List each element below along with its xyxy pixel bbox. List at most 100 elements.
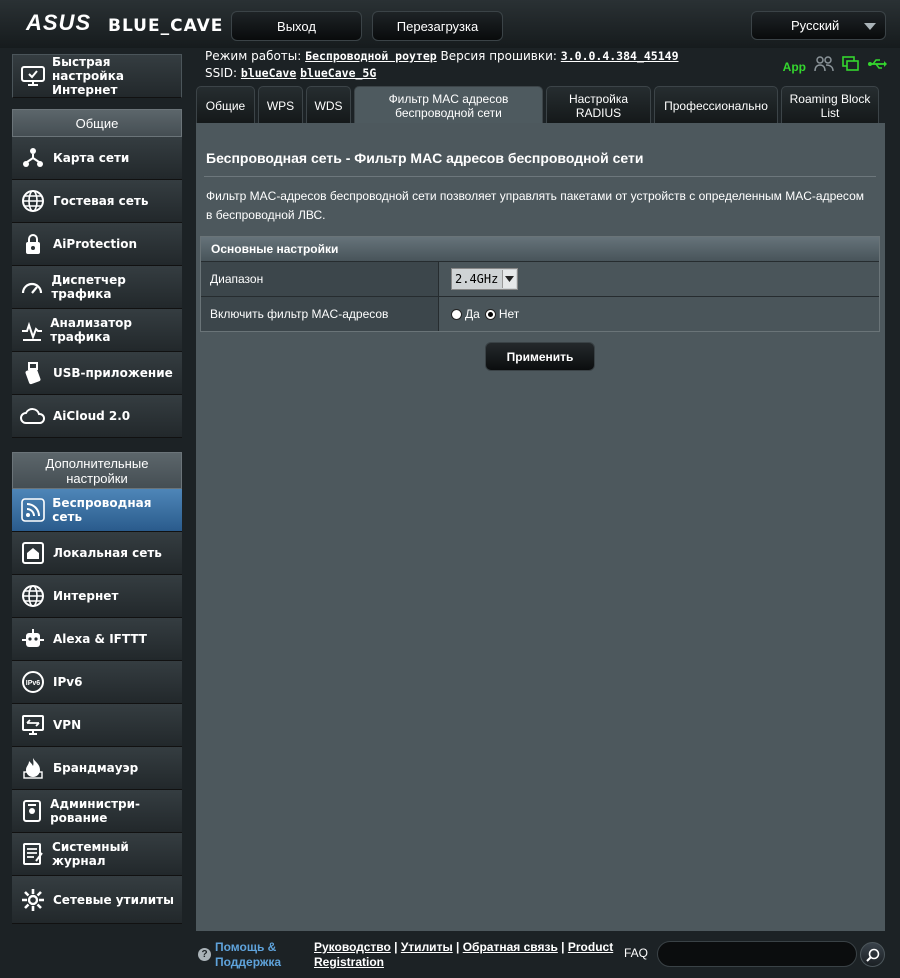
gear-icon [19, 886, 47, 914]
sidebar-item-label: Карта сети [53, 151, 130, 165]
band-value: 2.4GHz [455, 272, 499, 286]
globe-icon [19, 582, 47, 610]
reboot-button[interactable]: Перезагрузка [372, 11, 503, 41]
band-label: Диапазон [201, 262, 439, 296]
sidebar-item-label: Alexa & IFTTT [53, 632, 147, 646]
sidebar-item-label: Системный журнал [52, 840, 129, 868]
model-name: BLUE_CAVE [108, 16, 224, 36]
sidebar-item-network-map[interactable]: Карта сети [12, 137, 182, 180]
sidebar-item-label: Администри-рование [50, 797, 141, 825]
logout-button[interactable]: Выход [231, 11, 362, 41]
status-info: Режим работы: Беспроводной роутер Версия… [205, 48, 679, 82]
status-icons: App [783, 56, 888, 77]
asus-logo[interactable]: ASUS [26, 10, 91, 36]
language-value: Русский [791, 18, 840, 33]
network-status-icon[interactable] [842, 56, 860, 77]
manual-link[interactable]: Руководство [314, 940, 391, 954]
footer-links: Руководство | Утилиты | Обратная связь |… [314, 940, 614, 969]
band-select[interactable]: 2.4GHz [451, 268, 518, 290]
settings-table-header: Основные настройки [201, 237, 879, 261]
tab-wds[interactable]: WDS [306, 86, 351, 124]
firmware-link[interactable]: 3.0.0.4.384_45149 [561, 49, 679, 63]
alexa-icon [19, 625, 47, 653]
mac-filter-label: Включить фильтр MAC-адресов [201, 297, 439, 331]
mode-label: Режим работы: [205, 49, 302, 63]
help-icon: ? [198, 948, 211, 961]
sidebar-item-guest-network[interactable]: Гостевая сеть [12, 180, 182, 223]
sidebar-item-label: Интернет [53, 589, 119, 603]
sidebar-item-traffic-analyzer[interactable]: Анализатор трафика [12, 309, 182, 352]
tab-roaming-block-list[interactable]: Roaming Block List [781, 86, 879, 124]
tab-wps[interactable]: WPS [258, 86, 303, 124]
utilities-link[interactable]: Утилиты [401, 940, 453, 954]
table-row: Включить фильтр MAC-адресов Да Нет [201, 296, 879, 331]
search-button[interactable] [860, 942, 885, 967]
search-icon [865, 948, 879, 962]
usb-status-icon[interactable] [868, 57, 888, 76]
faq-search-input[interactable] [657, 941, 857, 967]
radio-yes-label: Да [465, 307, 480, 321]
sidebar-item-system-log[interactable]: Системный журнал [12, 833, 182, 876]
tab-mac-filter[interactable]: Фильтр MAC адресов беспроводной сети [354, 86, 543, 124]
page-description: Фильтр MAC-адресов беспроводной сети поз… [206, 189, 864, 222]
cloud-icon [19, 402, 47, 430]
language-select[interactable]: Русский [751, 11, 886, 40]
sidebar-item-administration[interactable]: Администри-рование [12, 790, 182, 833]
tab-radius[interactable]: Настройка RADIUS [546, 86, 651, 124]
quick-setup-button[interactable]: Быстрая настройка Интернет [12, 54, 182, 98]
app-link[interactable]: App [783, 60, 806, 74]
sidebar-item-label: Брандмауэр [53, 761, 139, 775]
admin-icon [19, 797, 44, 825]
chevron-down-icon [864, 23, 876, 30]
sidebar-item-lan[interactable]: Локальная сеть [12, 532, 182, 575]
radio-no-dot[interactable] [484, 308, 496, 320]
sidebar-item-label: AiCloud 2.0 [53, 409, 131, 423]
sidebar-item-internet[interactable]: Интернет [12, 575, 182, 618]
mode-link[interactable]: Беспроводной роутер [305, 49, 437, 63]
sidebar-item-aicloud[interactable]: AiCloud 2.0 [12, 395, 182, 438]
sidebar-item-alexa[interactable]: Alexa & IFTTT [12, 618, 182, 661]
radio-yes-dot[interactable] [451, 308, 462, 320]
sidebar-item-vpn[interactable]: VPN [12, 704, 182, 747]
feedback-link[interactable]: Обратная связь [463, 940, 558, 954]
sidebar-item-aiprotection[interactable]: AiProtection [12, 223, 182, 266]
main-content: Беспроводная сеть - Фильтр MAC адресов б… [196, 123, 885, 931]
sidebar-item-label: AiProtection [53, 237, 137, 251]
radio-no-label: Нет [498, 307, 520, 321]
tab-general[interactable]: Общие [196, 86, 255, 124]
sidebar-item-wireless[interactable]: Беспроводная сеть [12, 489, 182, 532]
apply-button[interactable]: Применить [485, 342, 595, 371]
wifi-icon [19, 496, 46, 524]
sidebar-item-firewall[interactable]: Брандмауэр [12, 747, 182, 790]
ssid-link-5[interactable]: blueCave_5G [300, 66, 376, 80]
sidebar-item-label: Диспетчер трафика [51, 273, 126, 301]
sidebar-item-label: VPN [53, 718, 82, 732]
table-row: Диапазон 2.4GHz [201, 261, 879, 296]
sidebar-item-usb-app[interactable]: USB-приложение [12, 352, 182, 395]
quick-setup-icon [20, 62, 46, 90]
sidebar-item-network-tools[interactable]: Сетевые утилиты [12, 876, 182, 924]
advanced-section-header: Дополнительные настройки [12, 452, 182, 489]
sidebar-item-label: Гостевая сеть [53, 194, 149, 208]
quick-setup-label: Быстрая настройка Интернет [52, 55, 124, 97]
sidebar-item-traffic-manager[interactable]: Диспетчер трафика [12, 266, 182, 309]
svg-text:IPv6: IPv6 [26, 680, 41, 687]
help-support-link[interactable]: Помощь & Поддержка [215, 940, 305, 970]
mac-filter-yes-radio[interactable]: Да [451, 307, 480, 321]
clients-icon[interactable] [814, 56, 834, 77]
general-section-header: Общие [12, 109, 182, 137]
gauge-icon [19, 273, 45, 301]
home-icon [19, 539, 47, 567]
network-map-icon [19, 144, 47, 172]
mac-filter-no-radio[interactable]: Нет [484, 307, 520, 321]
sidebar-item-ipv6[interactable]: IPv6 IPv6 [12, 661, 182, 704]
ssid-link-24[interactable]: blueCave [241, 66, 296, 80]
sidebar-item-label: USB-приложение [53, 366, 173, 380]
tab-professional[interactable]: Профессионально [654, 86, 778, 124]
page-title: Беспроводная сеть - Фильтр MAC адресов б… [206, 150, 644, 166]
pulse-icon [19, 316, 44, 344]
sidebar-item-label: Локальная сеть [53, 546, 162, 560]
title-divider [204, 176, 876, 177]
ipv6-icon: IPv6 [19, 668, 47, 696]
globe-icon [19, 187, 47, 215]
